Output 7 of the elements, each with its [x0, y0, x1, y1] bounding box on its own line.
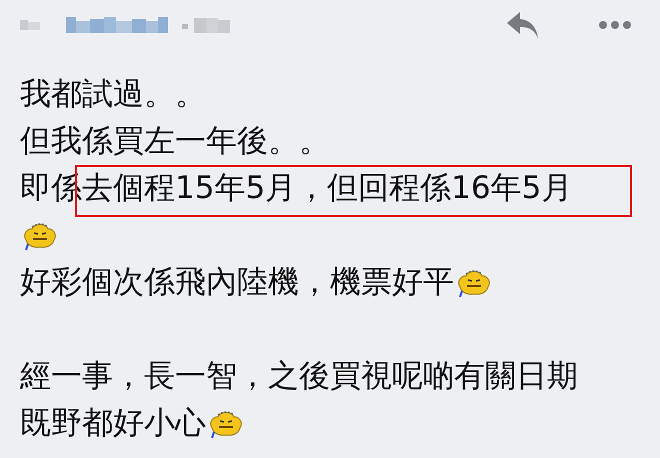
post-text: 好彩個次係飛內陸機，機票好平: [20, 263, 454, 302]
post-text: 經一事，長一智，之後買視呢啲有關日期: [20, 357, 578, 396]
reply-icon[interactable]: [506, 10, 540, 40]
post-text: 我都試過。。: [20, 75, 206, 114]
post-text: 既野都好小心: [20, 404, 206, 443]
post-text: 但我係買左一年後。。: [20, 122, 330, 161]
more-icon[interactable]: [598, 20, 632, 30]
